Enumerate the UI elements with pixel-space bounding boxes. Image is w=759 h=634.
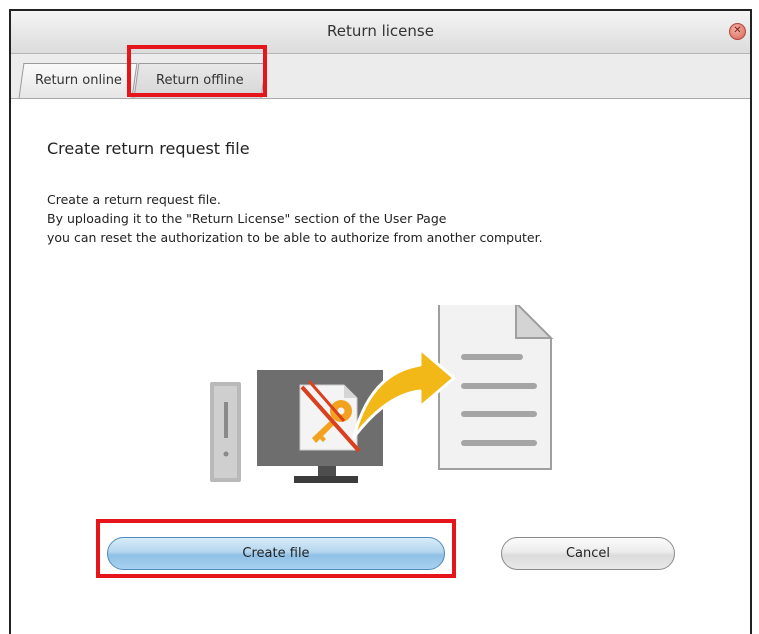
create-file-button[interactable]: Create file: [107, 537, 445, 570]
close-icon[interactable]: ✕: [729, 23, 746, 40]
document-icon: [438, 305, 554, 470]
tab-content: Create return request file Create a retu…: [11, 99, 750, 634]
title-bar: Return license ✕: [11, 11, 750, 54]
tab-return-online-label: Return online: [34, 73, 122, 88]
computer-tower-icon: [210, 382, 241, 482]
tab-return-online[interactable]: Return online: [18, 63, 138, 98]
tab-strip: Return online Return offline: [11, 54, 750, 99]
description-line-3: you can reset the authorization to be ab…: [47, 230, 543, 245]
page-heading: Create return request file: [47, 139, 250, 158]
return-license-dialog: Return license ✕ Return online Return of…: [9, 9, 752, 634]
description: Create a return request file. By uploadi…: [47, 190, 543, 247]
description-line-2: By uploading it to the "Return License" …: [47, 211, 447, 226]
cancel-button[interactable]: Cancel: [501, 537, 675, 570]
tab-return-offline[interactable]: Return offline: [133, 63, 267, 98]
return-file-illustration: [210, 305, 554, 483]
tab-return-offline-label: Return offline: [156, 73, 244, 88]
window-title: Return license: [327, 22, 434, 40]
description-line-1: Create a return request file.: [47, 192, 221, 207]
